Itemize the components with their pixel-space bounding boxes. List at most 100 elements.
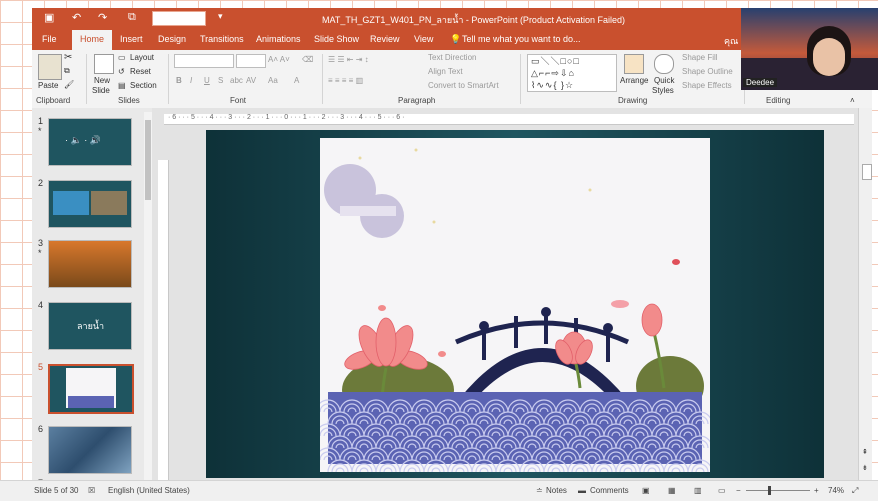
save-icon[interactable]: ▣ xyxy=(44,11,54,24)
tab-review[interactable]: Review xyxy=(370,34,400,44)
font-name-field[interactable] xyxy=(174,54,234,68)
slide-thumbnail-5-selected[interactable] xyxy=(48,364,134,414)
tab-transitions[interactable]: Transitions xyxy=(200,34,244,44)
slide-scrollbar[interactable]: ⇞ ⇟ xyxy=(858,108,872,488)
next-slide-icon[interactable]: ⇟ xyxy=(862,464,868,472)
section-icon[interactable]: ▤ xyxy=(118,81,126,90)
char-spacing-button[interactable]: AV xyxy=(246,76,256,85)
notes-button[interactable]: Notes xyxy=(546,486,567,495)
reading-view-icon[interactable]: ▥ xyxy=(694,486,702,495)
comments-icon[interactable]: ▬ xyxy=(578,486,586,495)
zoom-slider-thumb[interactable] xyxy=(768,486,771,495)
font-size-field[interactable] xyxy=(236,54,266,68)
language-label[interactable]: English (United States) xyxy=(108,486,190,495)
speaker-icon: · 🔈 · 🔊 xyxy=(65,135,101,145)
bold-button[interactable]: B xyxy=(176,76,182,85)
slideshow-view-icon[interactable]: ▭ xyxy=(718,486,726,495)
slide-thumbnail-6[interactable] xyxy=(48,426,132,474)
spelling-icon[interactable]: ☒ xyxy=(88,486,95,495)
tell-me-box[interactable]: Tell me what you want to do... xyxy=(462,34,581,44)
collapse-ribbon-icon[interactable]: ˄ xyxy=(850,96,855,105)
wave-arc xyxy=(431,467,441,473)
customize-qat-icon[interactable]: ▾ xyxy=(218,11,223,22)
new-slide-label-2[interactable]: Slide xyxy=(92,86,110,95)
shapes-gallery[interactable]: ▭＼＼□○□ △⌐⌐⇨⇩⌂ ⌇∿∿{ }☆ xyxy=(527,54,617,92)
normal-view-icon[interactable]: ▣ xyxy=(642,486,650,495)
separator xyxy=(520,54,521,104)
text-direction-button[interactable]: Text Direction xyxy=(428,53,476,62)
copy-icon[interactable]: ⧉ xyxy=(64,66,70,76)
new-slide-icon[interactable] xyxy=(94,54,114,74)
paste-label[interactable]: Paste xyxy=(38,81,58,90)
fit-slide-icon[interactable]: ⤢ xyxy=(852,486,858,496)
zoom-out-icon[interactable]: − xyxy=(736,486,741,495)
paste-icon[interactable] xyxy=(38,54,62,80)
tab-home[interactable]: Home xyxy=(72,30,113,50)
slide-canvas[interactable] xyxy=(206,130,824,478)
shape-outline-button[interactable]: Shape Outline xyxy=(682,67,733,76)
scrollbar-thumb[interactable] xyxy=(145,120,151,200)
tab-insert[interactable]: Insert xyxy=(120,34,143,44)
tab-design[interactable]: Design xyxy=(158,34,186,44)
slide-thumbnail-2[interactable] xyxy=(48,180,132,228)
notes-icon[interactable]: ≐ xyxy=(536,486,543,495)
undo-icon[interactable]: ↶ xyxy=(72,11,81,24)
convert-smartart-button[interactable]: Convert to SmartArt xyxy=(428,81,499,90)
slide-thumbnail-4[interactable]: ลายน้ำ xyxy=(48,302,132,350)
zoom-in-icon[interactable]: + xyxy=(814,486,819,495)
format-painter-icon[interactable]: 🖌 xyxy=(64,80,74,89)
quick-styles-label[interactable]: Quick xyxy=(654,76,674,85)
quick-styles-label-2[interactable]: Styles xyxy=(652,86,674,95)
layout-icon[interactable]: ▭ xyxy=(118,53,126,62)
reset-button[interactable]: Reset xyxy=(130,67,151,76)
layout-button[interactable]: Layout xyxy=(130,53,154,62)
account-label[interactable]: คุณ xyxy=(724,34,738,48)
shape-effects-button[interactable]: Shape Effects xyxy=(682,81,732,90)
comments-button[interactable]: Comments xyxy=(590,486,629,495)
align-icons[interactable]: ≡ ≡ ≡ ≡ ▥ xyxy=(328,76,363,85)
underline-button[interactable]: U xyxy=(204,76,210,85)
tab-view[interactable]: View xyxy=(414,34,433,44)
shape-fill-button[interactable]: Shape Fill xyxy=(682,53,718,62)
change-case-button[interactable]: Aa xyxy=(268,76,278,85)
redo-icon[interactable]: ↷ xyxy=(98,11,107,24)
zoom-slider[interactable] xyxy=(746,490,810,491)
arrange-button[interactable]: Arrange xyxy=(620,76,648,85)
section-button[interactable]: Section xyxy=(130,81,157,90)
clipboard-group-label: Clipboard xyxy=(36,96,71,105)
presenter-icon[interactable]: ⧉ xyxy=(128,11,136,24)
shadow-button[interactable]: S xyxy=(218,76,223,85)
new-slide-label[interactable]: New xyxy=(94,76,110,85)
arrange-icon[interactable] xyxy=(624,54,644,74)
vertical-ruler xyxy=(158,160,169,480)
thumbnail-canvas xyxy=(66,368,116,408)
slide-thumbnail-1[interactable]: · 🔈 · 🔊 xyxy=(48,118,132,166)
thumbnail-image xyxy=(53,191,89,215)
zoom-level[interactable]: 74% xyxy=(828,486,844,495)
bullets-icon[interactable]: ☰ ☰ ⇤ ⇥ ↕ xyxy=(328,55,369,64)
clear-format-icon[interactable]: ⌫ xyxy=(302,55,313,64)
quick-access-font-box[interactable] xyxy=(152,11,206,26)
cut-icon[interactable]: ✂ xyxy=(64,52,72,63)
tab-animations[interactable]: Animations xyxy=(256,34,301,44)
grow-font-icon[interactable]: A˄ A˅ xyxy=(268,55,290,64)
thumbnail-title: ลายน้ำ xyxy=(77,321,105,331)
prev-slide-icon[interactable]: ⇞ xyxy=(862,448,868,456)
cloud-band xyxy=(340,206,396,216)
italic-button[interactable]: I xyxy=(190,76,192,85)
thumbnail-scrollbar[interactable] xyxy=(144,112,152,484)
wave-arc xyxy=(623,467,633,473)
slide-thumbnail-3[interactable] xyxy=(48,240,132,288)
quick-styles-icon[interactable] xyxy=(654,54,674,74)
slide-counter: Slide 5 of 30 xyxy=(34,486,79,495)
thumbnail-number: 5 xyxy=(38,362,44,372)
font-color-button[interactable]: A xyxy=(294,76,299,85)
align-text-button[interactable]: Align Text xyxy=(428,67,463,76)
slides-group-label: Slides xyxy=(118,96,140,105)
slide-sorter-icon[interactable]: ▦ xyxy=(668,486,676,495)
reset-icon[interactable]: ↺ xyxy=(118,67,125,76)
tab-slide-show[interactable]: Slide Show xyxy=(314,34,359,44)
scrollbar-thumb[interactable] xyxy=(862,164,872,180)
strikethrough-button[interactable]: abc xyxy=(230,76,243,85)
tab-file[interactable]: File xyxy=(42,34,57,44)
